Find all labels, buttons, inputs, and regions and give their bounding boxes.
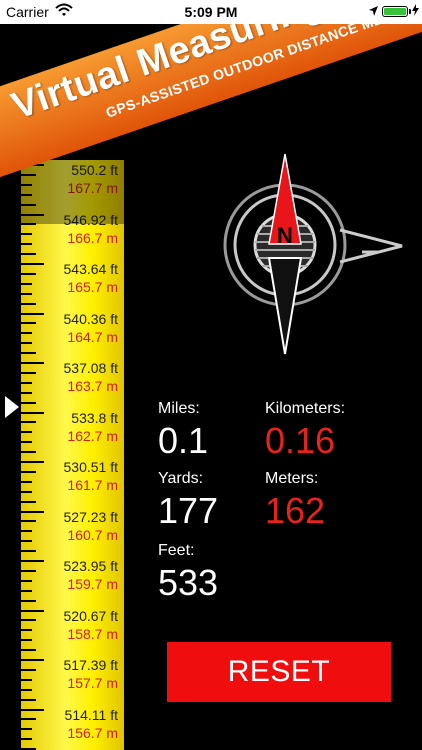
tape-mark: 537.08 ft 163.7 m	[18, 360, 124, 408]
tape-mark-meters: 157.7 m	[67, 675, 118, 691]
tape-mark: 520.67 ft 158.7 m	[18, 608, 124, 656]
tape-mark-meters: 159.7 m	[67, 576, 118, 592]
tape-mark-feet: 523.95 ft	[63, 558, 119, 574]
tape-mark-meters: 160.7 m	[67, 526, 118, 543]
tape-mark-meters: 162.7 m	[67, 427, 118, 444]
tape-mark: 543.64 ft 165.7 m	[18, 261, 124, 309]
tape-mark: 523.95 ft 159.7 m	[18, 558, 124, 606]
meters-value: 162	[265, 490, 326, 531]
tape-mark: 527.23 ft 160.7 m	[18, 509, 124, 557]
measuring-tape[interactable]: 550.2 ft 167.7 m 546.92 ft 166.7 m 543.64 ft…	[18, 160, 124, 750]
compass-north-label: N	[277, 223, 293, 248]
tape-mark-feet: 517.39 ft	[63, 657, 119, 673]
tape-mark-meters: 165.7 m	[67, 279, 118, 295]
tape-mark-feet: 514.11 ft	[64, 706, 118, 723]
tape-mark-feet: 530.51 ft	[63, 459, 119, 475]
tape-mark-feet: 543.64 ft	[63, 261, 119, 277]
compass-icon: N	[222, 148, 408, 362]
feet-label: Feet:	[158, 542, 195, 559]
tape-mark-meters: 164.7 m	[67, 328, 118, 345]
tape-mark-meters: 156.7 m	[67, 724, 118, 741]
yards-label: Yards:	[158, 470, 204, 487]
status-time: 5:09 PM	[184, 4, 238, 20]
tape-mark: 540.36 ft 164.7 m	[18, 311, 124, 359]
yards-value: 177	[158, 490, 219, 531]
tape-mark-meters: 166.7 m	[67, 229, 118, 246]
kilometers-label: Kilometers:	[265, 400, 346, 417]
miles-value: 0.1	[158, 420, 209, 461]
feet-value: 533	[158, 562, 219, 603]
tape-mark-feet: 520.67 ft	[63, 607, 119, 624]
charging-bolt-icon	[412, 4, 419, 19]
tape-mark-feet: 540.36 ft	[63, 310, 119, 327]
meters-label: Meters:	[265, 470, 319, 487]
tape-mark: 533.8 ft 162.7 m	[18, 410, 124, 458]
battery-icon	[382, 6, 408, 17]
tape-mark-meters: 158.7 m	[67, 625, 118, 642]
tape-mark-meters: 161.7 m	[67, 477, 118, 493]
battery-tip	[409, 9, 411, 14]
kilometers-value: 0.16	[265, 420, 336, 461]
tape-mark-feet: 537.08 ft	[63, 360, 119, 376]
miles-label: Miles:	[158, 400, 200, 417]
tape-mark: 517.39 ft 157.7 m	[18, 657, 124, 705]
tape-mark-feet: 533.8 ft	[71, 409, 118, 426]
tape-mark-feet: 527.23 ft	[63, 508, 119, 525]
status-bar: Carrier 5:09 PM	[0, 0, 422, 24]
tape-mark: 514.11 ft 156.7 m	[18, 707, 124, 750]
tape-mark-meters: 163.7 m	[67, 378, 118, 394]
tape-top-shade	[18, 160, 124, 224]
tape-pointer-icon	[5, 396, 19, 418]
location-arrow-icon	[368, 4, 379, 20]
reset-button[interactable]: RESET	[167, 642, 391, 702]
tape-mark: 530.51 ft 161.7 m	[18, 459, 124, 507]
